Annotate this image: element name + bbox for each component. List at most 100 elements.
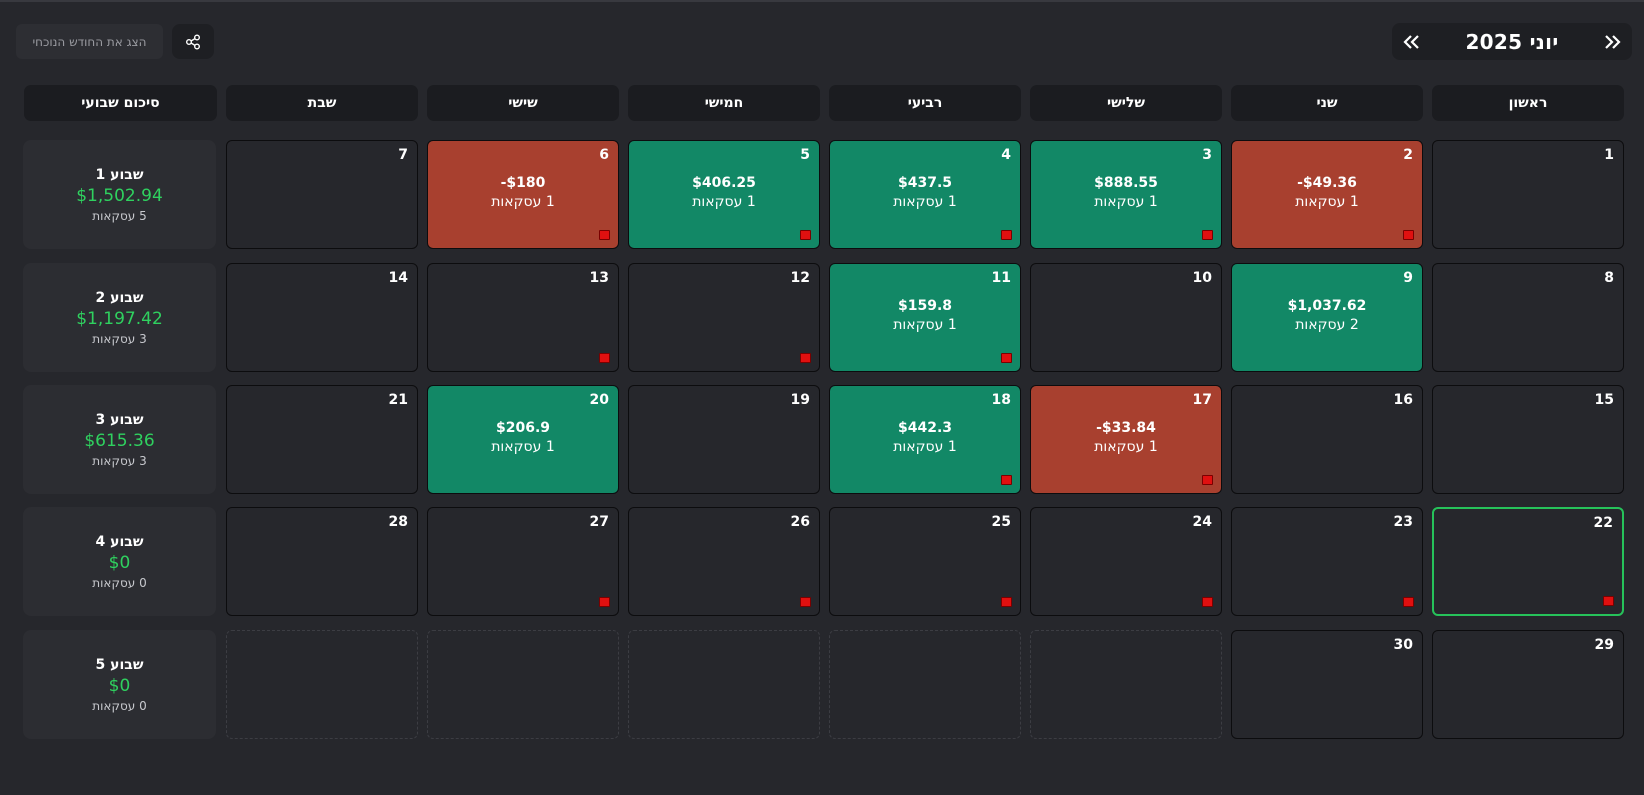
note-flag-icon[interactable] bbox=[1001, 353, 1012, 363]
note-flag-icon[interactable] bbox=[800, 597, 811, 607]
day-number: 9 bbox=[1403, 270, 1413, 286]
day-number: 18 bbox=[991, 392, 1011, 408]
weekly-summary-header: סיכום שבועי bbox=[24, 85, 217, 121]
week-title: שבוע 1 bbox=[95, 166, 144, 183]
empty-day-cell bbox=[226, 630, 418, 739]
day-cell[interactable]: 13 bbox=[427, 263, 619, 372]
day-summary: -$33.84 1 עסקאות bbox=[1031, 420, 1221, 455]
day-trades-count: 2 עסקאות bbox=[1295, 317, 1359, 333]
day-number: 15 bbox=[1594, 392, 1614, 408]
day-cell[interactable]: 12 bbox=[628, 263, 820, 372]
day-summary: $442.3 1 עסקאות bbox=[830, 420, 1020, 455]
day-cell[interactable]: 20 $206.9 1 עסקאות bbox=[427, 385, 619, 494]
day-number: 11 bbox=[991, 270, 1011, 286]
day-cell[interactable]: 15 bbox=[1432, 385, 1624, 494]
day-number: 2 bbox=[1403, 147, 1413, 163]
next-month-button[interactable] bbox=[1398, 28, 1426, 56]
day-cell[interactable]: 16 bbox=[1231, 385, 1423, 494]
day-cell[interactable]: 1 bbox=[1432, 140, 1624, 249]
day-cell[interactable]: 18 $442.3 1 עסקאות bbox=[829, 385, 1021, 494]
day-cell[interactable]: 11 $159.8 1 עסקאות bbox=[829, 263, 1021, 372]
day-cell[interactable]: 28 bbox=[226, 507, 418, 616]
day-cell[interactable]: 29 bbox=[1432, 630, 1624, 739]
show-current-month-button[interactable]: הצג את החודש הנוכחי bbox=[16, 24, 163, 59]
weekday-header: שלישי bbox=[1030, 85, 1222, 121]
day-number: 13 bbox=[589, 270, 609, 286]
month-title: יוני 2025 bbox=[1465, 29, 1559, 54]
day-cell[interactable]: 19 bbox=[628, 385, 820, 494]
day-cell[interactable]: 2 -$49.36 1 עסקאות bbox=[1231, 140, 1423, 249]
day-number: 20 bbox=[589, 392, 609, 408]
prev-month-button[interactable] bbox=[1598, 28, 1626, 56]
day-number: 5 bbox=[800, 147, 810, 163]
day-number: 29 bbox=[1594, 637, 1614, 653]
weekly-summary-card: שבוע 4 $0 0 עסקאות bbox=[23, 507, 216, 616]
empty-day-cell bbox=[1030, 630, 1222, 739]
note-flag-icon[interactable] bbox=[1202, 597, 1213, 607]
day-number: 26 bbox=[790, 514, 810, 530]
weekday-header: שבת bbox=[226, 85, 418, 121]
day-cell[interactable]: 5 $406.25 1 עסקאות bbox=[628, 140, 820, 249]
note-flag-icon[interactable] bbox=[1001, 597, 1012, 607]
day-cell[interactable]: 10 bbox=[1030, 263, 1222, 372]
day-pnl: $888.55 bbox=[1094, 175, 1158, 191]
day-cell[interactable]: 3 $888.55 1 עסקאות bbox=[1030, 140, 1222, 249]
day-pnl: -$33.84 bbox=[1096, 420, 1156, 436]
day-number: 8 bbox=[1604, 270, 1614, 286]
day-cell[interactable]: 25 bbox=[829, 507, 1021, 616]
day-trades-count: 1 עסקאות bbox=[893, 439, 957, 455]
week-trades-count: 0 עסקאות bbox=[92, 698, 147, 713]
note-flag-icon[interactable] bbox=[1603, 596, 1614, 606]
week-trades-count: 3 עסקאות bbox=[92, 331, 147, 346]
day-number: 19 bbox=[790, 392, 810, 408]
day-cell[interactable]: 8 bbox=[1432, 263, 1624, 372]
day-cell[interactable]: 17 -$33.84 1 עסקאות bbox=[1030, 385, 1222, 494]
day-number: 6 bbox=[599, 147, 609, 163]
day-cell[interactable]: 23 bbox=[1231, 507, 1423, 616]
day-cell[interactable]: 21 bbox=[226, 385, 418, 494]
day-pnl: -$49.36 bbox=[1297, 175, 1357, 191]
week-pnl: $0 bbox=[108, 552, 131, 573]
day-trades-count: 1 עסקאות bbox=[1094, 439, 1158, 455]
note-flag-icon[interactable] bbox=[1202, 230, 1213, 240]
day-cell[interactable]: 27 bbox=[427, 507, 619, 616]
day-summary: -$49.36 1 עסקאות bbox=[1232, 175, 1422, 210]
day-cell[interactable]: 22 bbox=[1432, 507, 1624, 616]
day-trades-count: 1 עסקאות bbox=[1295, 194, 1359, 210]
day-cell[interactable]: 9 $1,037.62 2 עסקאות bbox=[1231, 263, 1423, 372]
day-pnl: $1,037.62 bbox=[1287, 298, 1367, 314]
empty-day-cell bbox=[427, 630, 619, 739]
weekly-summary-card: שבוע 5 $0 0 עסקאות bbox=[23, 630, 216, 739]
note-flag-icon[interactable] bbox=[800, 353, 811, 363]
day-cell[interactable]: 26 bbox=[628, 507, 820, 616]
note-flag-icon[interactable] bbox=[599, 597, 610, 607]
day-trades-count: 1 עסקאות bbox=[893, 317, 957, 333]
note-flag-icon[interactable] bbox=[1001, 475, 1012, 485]
day-summary: $437.5 1 עסקאות bbox=[830, 175, 1020, 210]
day-pnl: $442.3 bbox=[897, 420, 953, 436]
day-number: 30 bbox=[1393, 637, 1413, 653]
day-summary: $206.9 1 עסקאות bbox=[428, 420, 618, 455]
day-cell[interactable]: 30 bbox=[1231, 630, 1423, 739]
day-cell[interactable]: 6 -$180 1 עסקאות bbox=[427, 140, 619, 249]
share-button[interactable] bbox=[172, 24, 214, 59]
day-pnl: $159.8 bbox=[897, 298, 953, 314]
day-cell[interactable]: 14 bbox=[226, 263, 418, 372]
day-pnl: $406.25 bbox=[692, 175, 756, 191]
day-cell[interactable]: 4 $437.5 1 עסקאות bbox=[829, 140, 1021, 249]
day-summary: $888.55 1 עסקאות bbox=[1031, 175, 1221, 210]
day-pnl: $437.5 bbox=[897, 175, 953, 191]
note-flag-icon[interactable] bbox=[800, 230, 811, 240]
week-pnl: $0 bbox=[108, 675, 131, 696]
day-cell[interactable]: 24 bbox=[1030, 507, 1222, 616]
week-title: שבוע 4 bbox=[95, 533, 144, 550]
day-number: 17 bbox=[1192, 392, 1212, 408]
day-cell[interactable]: 7 bbox=[226, 140, 418, 249]
note-flag-icon[interactable] bbox=[1202, 475, 1213, 485]
note-flag-icon[interactable] bbox=[1001, 230, 1012, 240]
note-flag-icon[interactable] bbox=[1403, 230, 1414, 240]
note-flag-icon[interactable] bbox=[599, 353, 610, 363]
note-flag-icon[interactable] bbox=[599, 230, 610, 240]
day-number: 14 bbox=[388, 270, 408, 286]
note-flag-icon[interactable] bbox=[1403, 597, 1414, 607]
